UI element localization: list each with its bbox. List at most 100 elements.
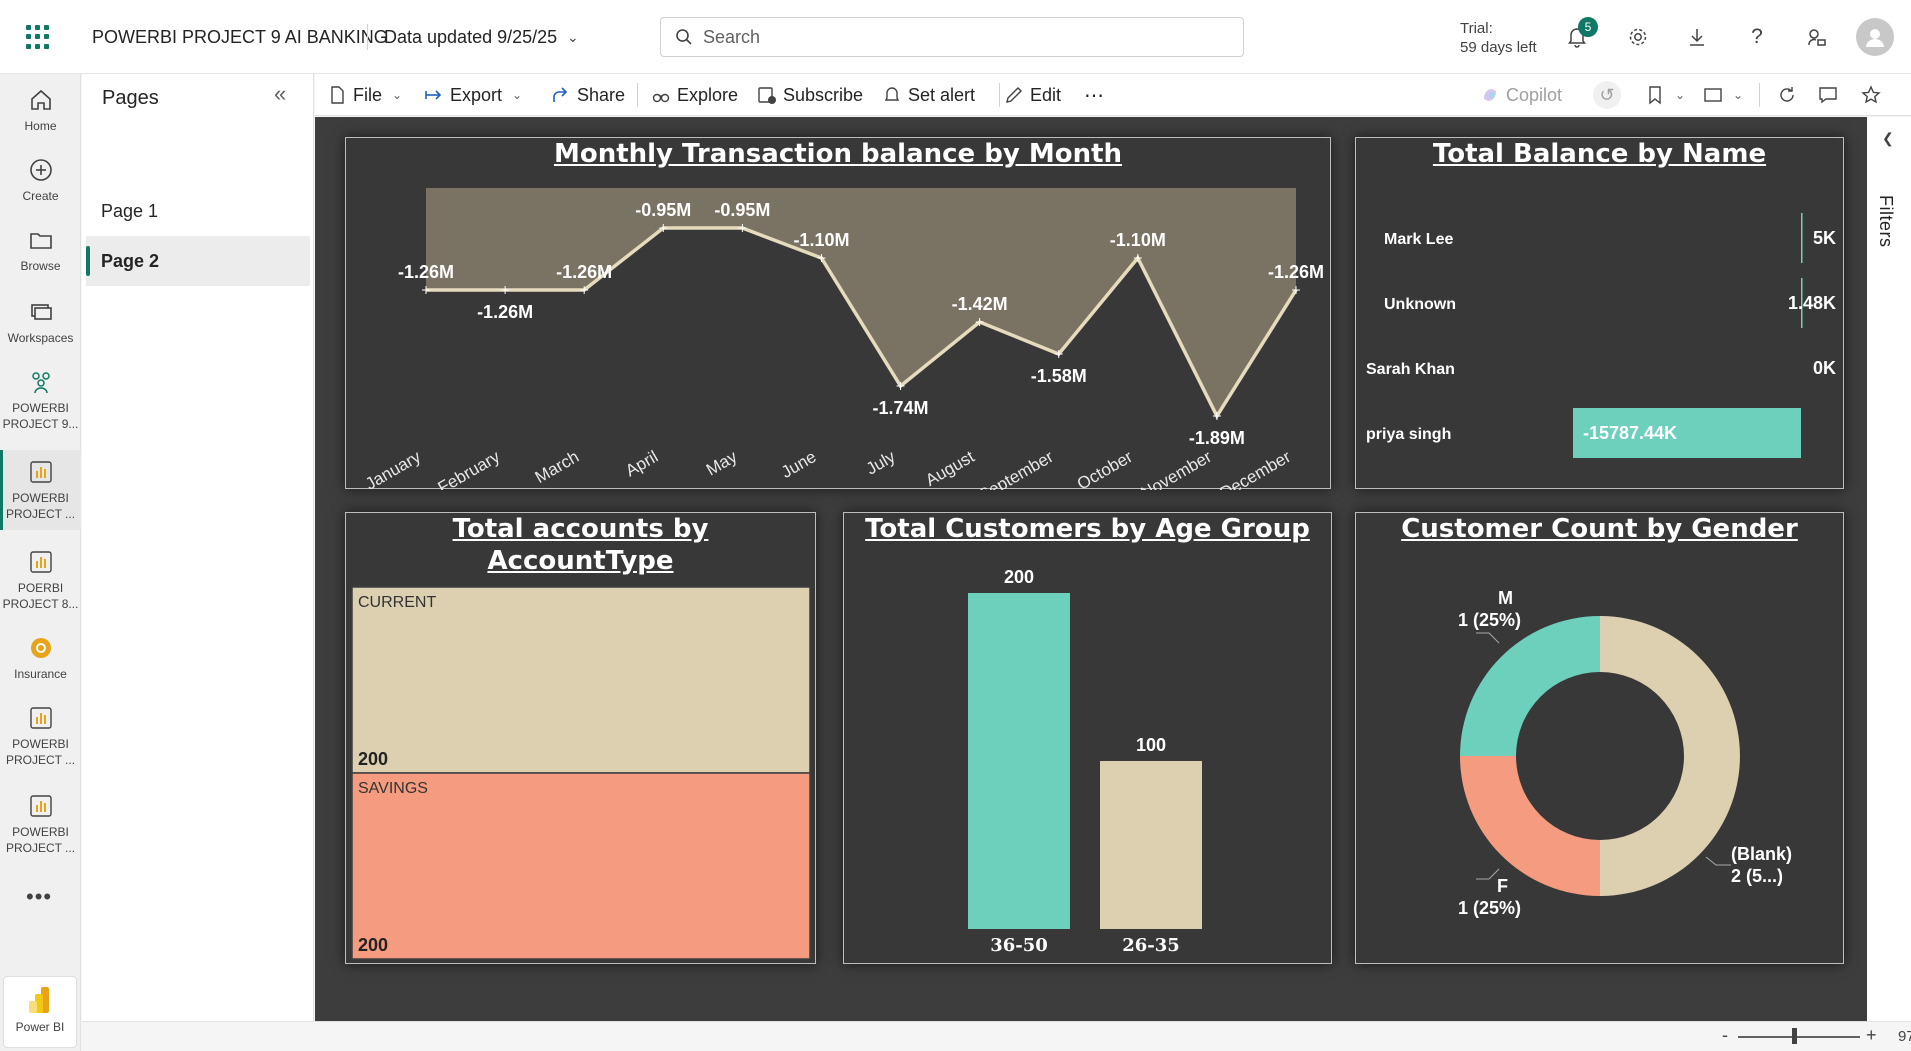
x-tick-label: May [703, 447, 741, 480]
x-tick-label: October [1074, 447, 1136, 490]
tile-value: 200 [358, 749, 388, 769]
reset-icon[interactable]: ↺ [1593, 81, 1621, 109]
data-label: -0.95M [635, 200, 691, 220]
trial-days-left: 59 days left [1460, 39, 1537, 56]
file-menu-button[interactable]: File ⌄ [327, 83, 402, 107]
zoom-out-button[interactable]: - [1722, 1025, 1728, 1046]
download-icon[interactable] [1683, 23, 1711, 51]
workspace-people-icon [31, 372, 50, 394]
data-label: -1.10M [1110, 230, 1166, 250]
explore-button[interactable]: Explore [651, 83, 738, 107]
leader-line [1476, 868, 1500, 880]
rail-item-label-line1: POERBI [17, 581, 64, 595]
search-box[interactable] [660, 17, 1244, 57]
insurance-icon [30, 638, 51, 658]
copilot-button[interactable]: Copilot [1480, 83, 1562, 107]
data-label: -1.89M [1189, 428, 1245, 448]
search-input[interactable] [703, 26, 1223, 48]
subscribe-button[interactable]: Subscribe [757, 83, 863, 107]
data-updated-dropdown[interactable]: Data updated 9/25/25 [384, 27, 557, 48]
x-tick-label: June [778, 447, 819, 482]
data-label: 5K [1813, 228, 1836, 248]
rail-item-label-line1: POWERBI [12, 737, 69, 751]
chevron-down-icon: ⌄ [392, 88, 403, 102]
bar-chart-plot: Mark Lee 5K Unknown 1.48K Sarah Khan 0K priya … [1366, 213, 1836, 458]
page-item-2[interactable]: Page 2 [86, 236, 310, 286]
slice-label: F [1497, 876, 1508, 896]
data-label: 100 [1136, 735, 1166, 755]
page-item-1[interactable]: Page 1 [86, 186, 310, 236]
x-tick-label: December [1217, 447, 1295, 490]
filters-pane-collapsed[interactable] [1867, 117, 1911, 1021]
rail-workspace-project9[interactable]: POWERBI PROJECT 9... [0, 362, 81, 436]
customer-gender-donut-chart[interactable]: Customer Count by Gender (Blank) 2 (5...)… [1355, 512, 1844, 964]
zoom-slider[interactable] [1738, 1036, 1860, 1038]
powerbi-label: Power BI [15, 1020, 65, 1034]
pencil-icon [1006, 87, 1022, 103]
more-icon[interactable]: ••• [26, 884, 52, 910]
bookmark-icon[interactable]: ⌄ [1645, 83, 1685, 107]
expand-filters-icon[interactable]: ❮ [1882, 130, 1894, 147]
export-menu-button[interactable]: Export ⌄ [424, 83, 522, 107]
rail-insurance[interactable]: Insurance [0, 628, 81, 688]
share-label: Share [577, 84, 626, 105]
help-icon[interactable]: ? [1743, 23, 1771, 51]
share-button[interactable]: Share [551, 83, 625, 107]
filters-label[interactable]: Filters [1875, 195, 1896, 248]
navigation-rail: Home Create Browse Workspaces POWERBI PR… [0, 74, 81, 1051]
avatar[interactable] [1856, 18, 1894, 56]
rail-report-project-b[interactable]: POWERBI PROJECT ... [0, 786, 81, 860]
set-alert-button[interactable]: Set alert [882, 83, 975, 107]
home-icon [30, 89, 51, 110]
accounts-by-type-treemap[interactable]: Total accounts by AccountType CURRENT 200… [345, 512, 816, 964]
feedback-icon[interactable] [1803, 23, 1831, 51]
rail-item-label-line2: PROJECT 8... [2, 597, 79, 611]
slice-value: 1 (25%) [1458, 610, 1521, 630]
customers-by-age-column-chart[interactable]: Total Customers by Age Group 200 36-50 100… [843, 512, 1332, 964]
data-label: -0.95M [714, 200, 770, 220]
folder-icon [29, 233, 52, 249]
rail-home[interactable]: Home [0, 80, 81, 138]
rail-item-label-line2: PROJECT ... [5, 507, 76, 521]
category-label: Mark Lee [1384, 231, 1453, 248]
binoculars-icon [652, 93, 670, 103]
rail-report-active[interactable]: POWERBI PROJECT ... [0, 450, 81, 530]
monthly-balance-area-chart[interactable]: Monthly Transaction balance by Month -1.… [345, 137, 1331, 490]
pages-pane: Pages « Page 1 Page 2 [82, 74, 314, 1021]
zoom-in-button[interactable]: + [1866, 1025, 1877, 1046]
data-label: -1.42M [952, 294, 1008, 314]
rail-workspaces[interactable]: Workspaces [0, 292, 81, 352]
chevron-down-icon[interactable]: ⌄ [567, 29, 579, 46]
donut-slice [1460, 616, 1600, 756]
balance-by-name-bar-chart[interactable]: Total Balance by Name Mark Lee 5K Unknown 1… [1355, 137, 1844, 489]
x-tick-label: 26-35 [1122, 935, 1180, 956]
view-icon[interactable]: ⌄ [1703, 83, 1743, 107]
slice-value: 2 (5...) [1731, 866, 1783, 886]
rail-report-poerbi8[interactable]: POERBI PROJECT 8... [0, 542, 81, 616]
powerbi-logo-icon [29, 987, 49, 1013]
powerbi-home-button[interactable]: Power BI [3, 976, 77, 1048]
rail-insurance-label: Insurance [14, 667, 67, 681]
comment-icon[interactable] [1818, 83, 1838, 107]
area-fill [426, 188, 1296, 416]
data-label: -1.26M [556, 262, 612, 282]
export-label: Export [450, 84, 503, 105]
app-launcher-icon[interactable] [26, 25, 50, 49]
rail-create[interactable]: Create [0, 150, 81, 208]
x-tick-label: 36-50 [990, 935, 1048, 956]
favorite-star-icon[interactable] [1861, 83, 1881, 107]
rail-browse[interactable]: Browse [0, 220, 81, 278]
gear-icon[interactable] [1624, 23, 1652, 51]
slice-label: (Blank) [1731, 844, 1792, 864]
trial-label: Trial: [1460, 20, 1493, 37]
x-tick-label: July [863, 447, 899, 479]
zoom-slider-thumb[interactable] [1792, 1028, 1797, 1044]
more-options-icon[interactable]: ⋯ [1084, 83, 1104, 107]
copilot-label: Copilot [1506, 84, 1563, 105]
report-icon [29, 707, 52, 729]
rail-report-project-a[interactable]: POWERBI PROJECT ... [0, 698, 81, 772]
refresh-icon[interactable] [1777, 83, 1797, 107]
collapse-pane-icon[interactable]: « [274, 81, 286, 107]
edit-button[interactable]: Edit [1004, 83, 1061, 107]
rail-item-label-line1: POWERBI [12, 825, 69, 839]
